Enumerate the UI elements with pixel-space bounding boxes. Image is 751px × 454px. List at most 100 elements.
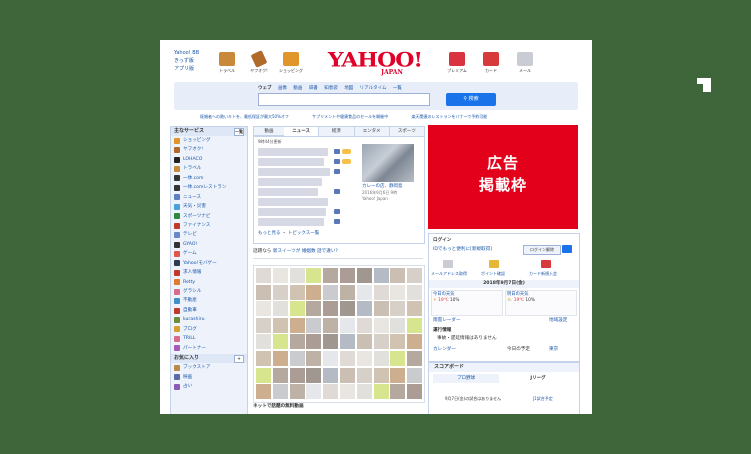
video-thumbnail[interactable] — [323, 384, 339, 400]
service-shopping[interactable]: ショッピング — [276, 52, 306, 74]
video-thumbnail[interactable] — [340, 334, 355, 350]
video-thumbnail[interactable] — [407, 317, 423, 333]
notice-link[interactable]: サプリメントや健康食品のセールを開催中 — [312, 114, 388, 119]
video-thumbnail[interactable] — [306, 317, 322, 333]
video-thumbnail[interactable] — [373, 284, 389, 300]
video-thumbnail[interactable] — [356, 334, 372, 350]
sidebar-item[interactable]: スポーツナビ — [171, 212, 247, 221]
news-headline[interactable] — [258, 218, 324, 226]
video-thumbnail[interactable] — [256, 351, 271, 366]
video-thumbnail[interactable] — [272, 384, 288, 400]
video-thumbnail[interactable] — [272, 334, 288, 350]
video-thumbnail[interactable] — [289, 384, 305, 400]
region-change-link[interactable]: 地域設定 — [549, 317, 567, 323]
search-tab[interactable]: 辞書 — [309, 86, 318, 91]
sidebar-item[interactable]: 一休.com — [171, 174, 247, 183]
sidebar-item[interactable]: ブックストア — [171, 363, 247, 372]
video-thumbnail[interactable] — [306, 334, 322, 350]
weather-tomorrow[interactable]: 明日の天気 ⛅ 19℃ 10% — [505, 290, 577, 316]
video-thumbnail[interactable] — [340, 317, 355, 333]
video-thumbnail[interactable] — [407, 334, 423, 350]
video-thumbnail[interactable] — [340, 351, 355, 366]
video-thumbnail[interactable] — [306, 384, 322, 400]
search-tab[interactable]: 動画 — [293, 86, 302, 91]
video-thumbnail[interactable] — [356, 284, 372, 300]
service-auction[interactable]: ヤフオク! — [244, 50, 274, 74]
news-photo[interactable] — [362, 144, 414, 182]
sidebar-item[interactable]: LOHACO — [171, 155, 247, 164]
video-thumbnail[interactable] — [323, 268, 339, 283]
video-thumbnail[interactable] — [373, 334, 389, 350]
top-link[interactable]: Yahoo! BB — [174, 49, 199, 57]
search-tab[interactable]: 一覧 — [393, 86, 402, 91]
notice-link[interactable]: 既婚者への熱いキトを、最低保証が最大50%オフ — [200, 114, 289, 119]
ad-banner[interactable]: 広告 掲載枠 — [428, 125, 578, 229]
video-thumbnail[interactable] — [306, 284, 322, 300]
tab-sports[interactable]: スポーツ — [390, 127, 424, 136]
video-thumbnail[interactable] — [256, 268, 271, 283]
sidebar-item[interactable]: Retty — [171, 278, 247, 287]
video-thumbnail[interactable] — [323, 284, 339, 300]
news-headline[interactable] — [258, 188, 318, 196]
sidebar-item[interactable]: ブログ — [171, 325, 247, 334]
login-caption[interactable]: IDでもっと便利に[新規取得] — [433, 246, 492, 252]
video-thumbnail[interactable] — [289, 334, 305, 350]
service-travel[interactable]: トラベル — [212, 52, 242, 74]
video-thumbnail[interactable] — [323, 367, 339, 383]
news-headline[interactable] — [258, 148, 328, 156]
video-thumbnail[interactable] — [256, 284, 271, 300]
video-thumbnail[interactable] — [390, 334, 406, 350]
tab-news[interactable]: ニュース — [284, 127, 320, 136]
search-tab[interactable]: 地図 — [344, 86, 353, 91]
top-link[interactable]: アプリ版 — [174, 65, 199, 73]
news-headline[interactable] — [258, 178, 322, 186]
video-thumbnail[interactable] — [390, 284, 406, 300]
news-headline[interactable] — [258, 168, 330, 176]
video-thumbnail[interactable] — [323, 334, 339, 350]
sidebar-item[interactable]: テレビ — [171, 230, 247, 239]
video-thumbnail[interactable] — [289, 367, 305, 383]
video-thumbnail[interactable] — [340, 301, 355, 317]
trending-link[interactable]: 新スイーツが — [273, 249, 300, 254]
video-thumbnail[interactable] — [272, 301, 288, 317]
video-thumbnail[interactable] — [356, 351, 372, 366]
video-thumbnail[interactable] — [390, 317, 406, 333]
sidebar-item[interactable]: 求人情報 — [171, 268, 247, 277]
calendar-link[interactable]: カレンダー — [433, 346, 456, 352]
tab-jleague[interactable]: Jリーグ — [503, 374, 573, 383]
sidebar-toggle[interactable]: 一覧 — [234, 128, 244, 136]
video-thumbnail[interactable] — [256, 367, 271, 383]
video-thumbnail[interactable] — [272, 284, 288, 300]
sidebar-item[interactable]: Yahoo!モバゲー — [171, 259, 247, 268]
tab-economy[interactable]: 経済 — [319, 127, 355, 136]
video-thumbnail[interactable] — [407, 268, 423, 283]
video-thumbnail[interactable] — [289, 351, 305, 366]
sidebar-item[interactable]: パートナー — [171, 344, 247, 353]
sidebar-item[interactable]: GYAO! — [171, 240, 247, 249]
tab-baseball[interactable]: プロ野球 — [433, 374, 499, 383]
sidebar-item[interactable]: 不動産 — [171, 296, 247, 305]
news-more-link[interactable]: もっと見る — [258, 231, 281, 236]
video-thumbnail[interactable] — [356, 367, 372, 383]
sidebar-item[interactable]: ヤフオク! — [171, 145, 247, 154]
video-thumbnail[interactable] — [306, 268, 322, 283]
video-thumbnail[interactable] — [256, 384, 271, 400]
service-premium[interactable]: プレミアム — [442, 52, 472, 74]
video-thumbnail[interactable] — [272, 351, 288, 366]
sidebar-item[interactable]: グラシル — [171, 287, 247, 296]
video-thumbnail[interactable] — [256, 317, 271, 333]
video-thumbnail[interactable] — [356, 384, 372, 400]
yahoo-logo[interactable]: YAHOO! JAPAN — [325, 49, 425, 76]
search-tab[interactable]: リアルタイム — [360, 86, 387, 91]
video-thumbnail[interactable] — [256, 301, 271, 317]
video-thumbnail[interactable] — [407, 367, 423, 383]
video-thumbnail[interactable] — [390, 351, 406, 366]
video-thumbnail[interactable] — [289, 268, 305, 283]
top-link[interactable]: きっず版 — [174, 57, 199, 65]
sidebar-item[interactable]: 自動車 — [171, 306, 247, 315]
login-button[interactable] — [562, 245, 572, 253]
sidebar-item[interactable]: ショッピング — [171, 136, 247, 145]
search-input[interactable] — [258, 93, 430, 106]
video-thumbnail[interactable] — [340, 268, 355, 283]
video-thumbnail[interactable] — [306, 351, 322, 366]
